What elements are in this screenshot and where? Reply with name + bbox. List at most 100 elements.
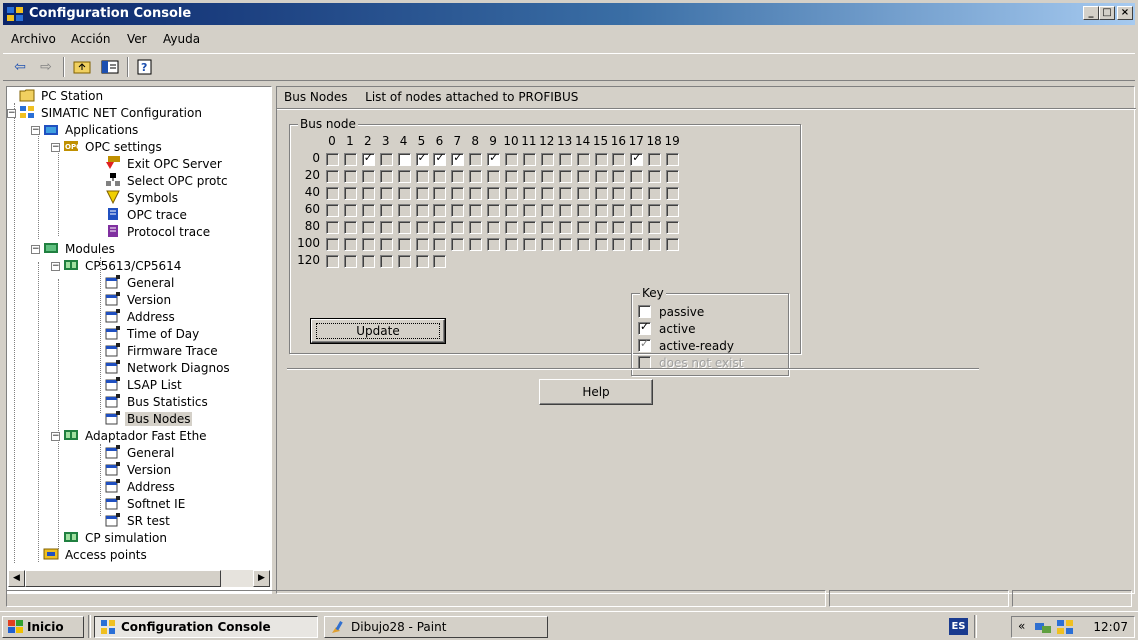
tree-item-label: Modules: [65, 242, 115, 256]
tree-collapse-icon[interactable]: −: [31, 245, 40, 254]
tree-item[interactable]: Version: [105, 292, 173, 309]
property-page-icon: [105, 292, 120, 306]
bus-node-row-header: 0: [312, 151, 320, 165]
tree-item[interactable]: Softnet IE: [105, 496, 187, 513]
scroll-right-icon[interactable]: ▶: [253, 570, 270, 587]
update-button[interactable]: Update: [310, 318, 446, 344]
tray-expand-icon[interactable]: «: [1018, 619, 1025, 633]
taskbar-separator: [974, 615, 977, 638]
tree-item[interactable]: Modules: [43, 241, 117, 258]
window-title: Configuration Console: [29, 6, 192, 21]
task-configuration-console[interactable]: Configuration Console: [94, 616, 318, 638]
tree-item[interactable]: SIMATIC NET Configuration: [19, 105, 204, 122]
tree-item[interactable]: LSAP List: [105, 377, 184, 394]
tree-item[interactable]: Address: [105, 479, 177, 496]
main-window: Configuration Console _ □ × Archivo Acci…: [0, 0, 1138, 611]
scroll-left-icon[interactable]: ◀: [8, 570, 25, 587]
tree-item[interactable]: Version: [105, 462, 173, 479]
close-button[interactable]: ×: [1117, 6, 1133, 20]
maximize-button[interactable]: □: [1099, 6, 1115, 20]
tree-item[interactable]: Protocol trace: [105, 224, 212, 241]
bus-node-checkbox: [361, 255, 375, 268]
tree-item[interactable]: Applications: [43, 122, 140, 139]
navigation-tree[interactable]: PC Station SIMATIC NET Configuration − Appl…: [6, 86, 272, 594]
tree-item[interactable]: SR test: [105, 513, 172, 530]
up-folder-icon[interactable]: [71, 57, 93, 77]
property-page-icon: [105, 394, 120, 408]
tree-item[interactable]: Time of Day: [105, 326, 201, 343]
bus-node-checkbox: [630, 238, 644, 251]
menu-ver[interactable]: Ver: [127, 32, 147, 46]
tree-item[interactable]: Exit OPC Server: [105, 156, 224, 173]
network-tray-icon[interactable]: [1034, 619, 1052, 635]
back-arrow-icon[interactable]: ⇦: [9, 57, 31, 77]
bus-node-checkbox: [612, 153, 626, 166]
tree-item[interactable]: Bus Statistics: [105, 394, 210, 411]
help-icon[interactable]: ?: [135, 57, 157, 77]
svg-text:OPC: OPC: [65, 143, 79, 151]
tree-item[interactable]: OPC trace: [105, 207, 189, 224]
menu-accion[interactable]: Acción: [71, 32, 110, 46]
svg-text:?: ?: [141, 61, 147, 74]
tree-item[interactable]: Select OPC protc: [105, 173, 230, 190]
bus-node-checkbox: [540, 187, 554, 200]
bus-node-row-header: 60: [304, 202, 320, 216]
tree-item[interactable]: Access points: [43, 547, 149, 564]
tree-item[interactable]: General: [105, 275, 176, 292]
tree-collapse-icon[interactable]: −: [51, 143, 60, 152]
menu-archivo[interactable]: Archivo: [11, 32, 56, 46]
task-paint[interactable]: Dibujo28 - Paint: [324, 616, 548, 638]
tree-item[interactable]: Address: [105, 309, 177, 326]
update-button-label: Update: [356, 324, 400, 338]
tree-collapse-icon[interactable]: −: [31, 126, 40, 135]
tree-collapse-icon[interactable]: −: [51, 432, 60, 441]
tree-item[interactable]: Bus Nodes: [105, 411, 193, 428]
folder-icon: [19, 89, 35, 102]
tree-item[interactable]: PC Station: [19, 88, 105, 105]
tree-item-label: Softnet IE: [127, 497, 186, 511]
bus-node-checkbox: [594, 238, 608, 251]
tree-item[interactable]: Symbols: [105, 190, 180, 207]
tree-collapse-icon[interactable]: −: [7, 109, 16, 118]
minimize-button[interactable]: _: [1083, 6, 1099, 20]
tree-item[interactable]: Firmware Trace: [105, 343, 220, 360]
tree-item[interactable]: Adaptador Fast Ethe: [63, 428, 209, 445]
scroll-thumb[interactable]: [25, 570, 221, 587]
tree-item[interactable]: OPC OPC settings: [63, 139, 164, 156]
bus-node-checkbox: [487, 187, 501, 200]
key-active-ready: ✓ active-ready: [638, 337, 734, 354]
checkmark-icon: ✓: [435, 151, 445, 164]
tree-horizontal-scrollbar[interactable]: ◀ ▶: [8, 570, 270, 587]
protocol-trace-icon: [108, 225, 118, 237]
tree-item[interactable]: General: [105, 445, 176, 462]
tree-item[interactable]: Network Diagnos: [105, 360, 232, 377]
checkmark-icon: ✓: [489, 151, 499, 164]
tree-item-label: Bus Nodes: [125, 412, 193, 426]
tree-item-label: Version: [127, 293, 172, 307]
bus-node-checkbox: [361, 221, 375, 234]
tree-item[interactable]: CP simulation: [63, 530, 169, 547]
bus-node-checkbox: [648, 153, 662, 166]
tree-connector-line: [38, 262, 39, 562]
simatic-net-tray-icon[interactable]: [1056, 619, 1074, 635]
bus-node-column-header: 1: [346, 134, 354, 148]
start-button[interactable]: Inicio: [2, 616, 84, 638]
tree-collapse-icon[interactable]: −: [51, 262, 60, 271]
tree-item-label: Network Diagnos: [127, 361, 230, 375]
bus-node-checkbox: [666, 221, 680, 234]
task-label: Dibujo28 - Paint: [351, 620, 447, 634]
tree-item[interactable]: CP5613/CP5614: [63, 258, 183, 275]
title-bar[interactable]: Configuration Console _ □ ×: [3, 3, 1135, 25]
forward-arrow-icon[interactable]: ⇨: [35, 57, 57, 77]
help-button[interactable]: Help: [539, 379, 653, 405]
bus-node-column-header: 13: [557, 134, 573, 148]
language-indicator[interactable]: ES: [949, 618, 968, 635]
menu-ayuda[interactable]: Ayuda: [163, 32, 200, 46]
bus-node-checkbox: [594, 221, 608, 234]
bus-node-checkbox: [487, 170, 501, 183]
header-divider: [277, 108, 1136, 110]
key-passive: passive: [638, 305, 704, 320]
bus-node-checkbox: [361, 187, 375, 200]
bus-node-checkbox: [666, 170, 680, 183]
show-hide-tree-icon[interactable]: [99, 57, 121, 77]
